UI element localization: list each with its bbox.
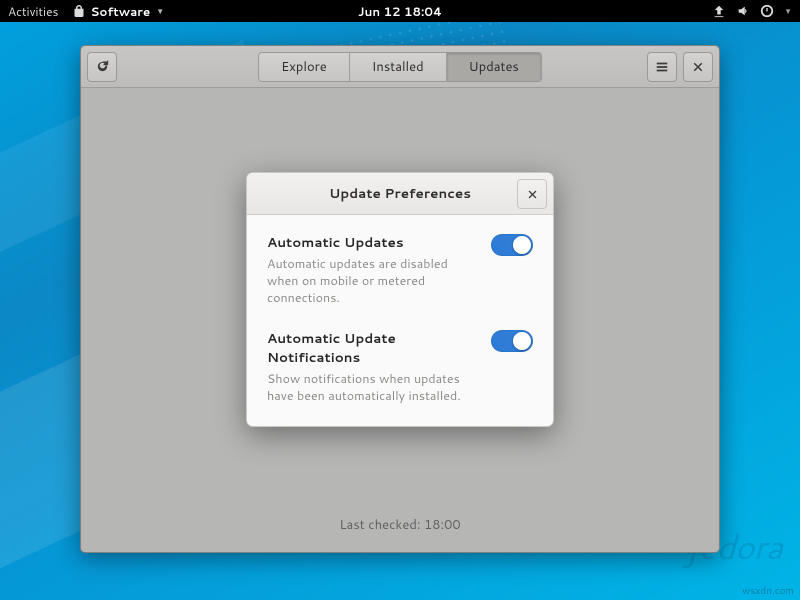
pref-title: Automatic Update Notifications (267, 329, 475, 367)
watermark: wsxdn.com (742, 584, 794, 598)
hamburger-menu-button[interactable] (647, 52, 677, 82)
tab-updates[interactable]: Updates (447, 53, 541, 81)
dialog-header: Update Preferences (247, 173, 553, 215)
app-menu[interactable]: Software ▼ (73, 3, 165, 20)
window-close-button[interactable] (683, 52, 713, 82)
app-menu-label: Software (91, 3, 151, 20)
pref-automatic-update-notifications: Automatic Update Notifications Show noti… (267, 329, 533, 405)
close-icon (692, 61, 704, 73)
view-switcher: Explore Installed Updates (258, 52, 542, 82)
update-preferences-dialog: Update Preferences Automatic Updates Aut… (246, 172, 554, 427)
tab-explore[interactable]: Explore (259, 53, 350, 81)
refresh-icon (95, 59, 110, 74)
volume-icon[interactable] (736, 4, 750, 18)
chevron-down-icon: ▼ (156, 5, 164, 17)
header-bar: Explore Installed Updates (81, 46, 719, 88)
hamburger-icon (655, 60, 669, 74)
dialog-title: Update Preferences (329, 184, 471, 203)
pref-automatic-updates: Automatic Updates Automatic updates are … (267, 233, 533, 307)
network-icon[interactable] (712, 4, 726, 18)
last-checked-label: Last checked: 18:00 (81, 516, 719, 534)
power-icon[interactable] (760, 4, 774, 18)
automatic-updates-switch[interactable] (491, 234, 533, 256)
software-icon (73, 5, 85, 17)
chevron-down-icon: ▼ (784, 5, 792, 17)
pref-title: Automatic Updates (267, 233, 475, 252)
activities-button[interactable]: Activities (8, 3, 59, 20)
automatic-update-notifications-switch[interactable] (491, 330, 533, 352)
close-icon (527, 189, 538, 200)
tab-installed[interactable]: Installed (350, 53, 447, 81)
pref-description: Show notifications when updates have bee… (267, 371, 475, 405)
dialog-close-button[interactable] (517, 179, 547, 209)
top-panel: Activities Software ▼ Jun 12 18:04 ▼ (0, 0, 800, 22)
pref-description: Automatic updates are disabled when on m… (267, 256, 475, 307)
clock[interactable]: Jun 12 18:04 (358, 3, 442, 20)
refresh-button[interactable] (87, 52, 117, 82)
dialog-body: Automatic Updates Automatic updates are … (247, 215, 553, 426)
